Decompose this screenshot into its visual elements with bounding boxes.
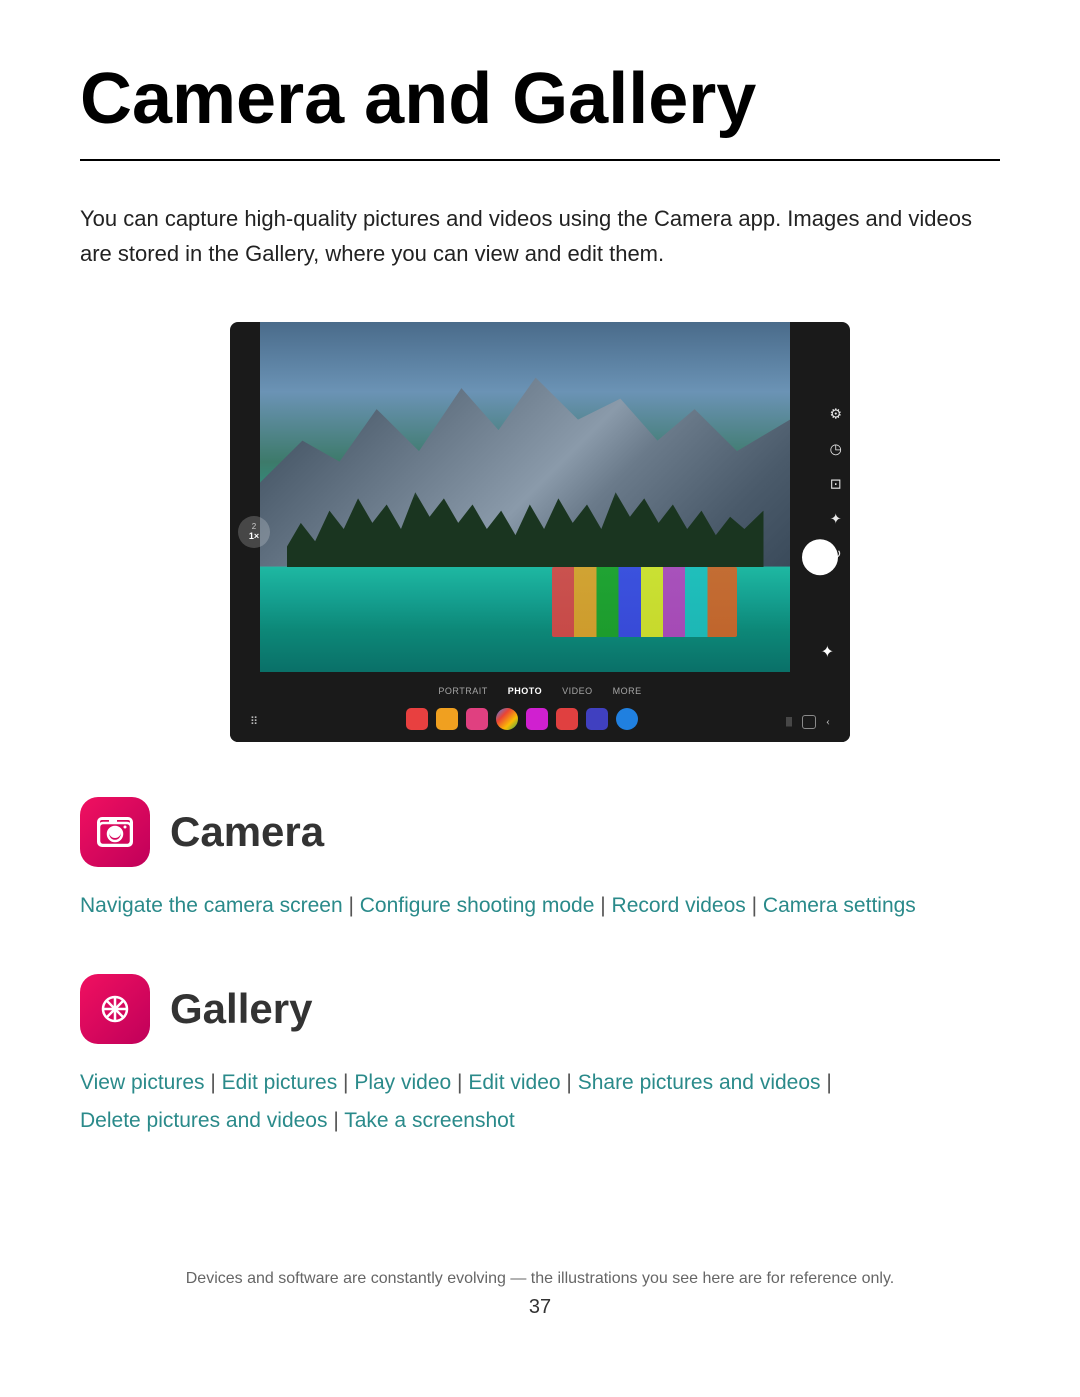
app-icon-2[interactable] <box>436 708 458 730</box>
app-icon-8[interactable] <box>616 708 638 730</box>
filter-icon: ✦ <box>821 642 834 662</box>
more-mode[interactable]: MORE <box>613 686 642 696</box>
home-btn[interactable] <box>802 715 816 729</box>
footer-disclaimer: Devices and software are constantly evol… <box>80 1190 1000 1288</box>
gallery-section-header: Gallery <box>80 974 1000 1044</box>
timer-icon: ◷ <box>830 441 842 458</box>
page-number: 37 <box>80 1296 1000 1319</box>
recents-btn[interactable]: ||| <box>786 716 792 727</box>
back-btn[interactable]: ‹ <box>826 714 830 729</box>
delete-pictures-link[interactable]: Delete pictures and videos <box>80 1109 327 1132</box>
camera-controls: ⚙ ◷ ⊡ ✦ ↻ <box>829 406 842 563</box>
zoom-display: 2 1× <box>238 516 270 548</box>
camera-icon-svg <box>97 817 133 847</box>
nav-buttons: ||| ‹ <box>786 714 830 729</box>
camera-app-icon <box>80 797 150 867</box>
photo-mode[interactable]: PHOTO <box>508 686 542 696</box>
camera-section-header: Camera <box>80 797 1000 867</box>
camera-links: Navigate the camera screen | Configure s… <box>80 887 1000 925</box>
play-video-link[interactable]: Play video <box>354 1071 451 1094</box>
camera-settings-link[interactable]: Camera settings <box>763 894 916 917</box>
app-icon-1[interactable] <box>406 708 428 730</box>
configure-shooting-link[interactable]: Configure shooting mode <box>360 894 595 917</box>
app-icon-7[interactable] <box>586 708 608 730</box>
boats-area <box>552 567 738 637</box>
camera-screenshot: 2 1× ⚙ ◷ ⊡ ✦ ↻ ✦ PORTRAIT PHOTO VIDEO MO… <box>230 322 850 742</box>
gallery-links: View pictures | Edit pictures | Play vid… <box>80 1064 1000 1140</box>
app-icon-6[interactable] <box>556 708 578 730</box>
portrait-mode[interactable]: PORTRAIT <box>438 686 487 696</box>
settings-icon: ⚙ <box>829 406 842 423</box>
app-icon-3[interactable] <box>466 708 488 730</box>
camera-section-title: Camera <box>170 808 324 856</box>
edit-pictures-link[interactable]: Edit pictures <box>222 1071 338 1094</box>
app-icon-5[interactable] <box>526 708 548 730</box>
grid-icon: ⠿ <box>250 715 258 728</box>
gallery-section-title: Gallery <box>170 985 312 1033</box>
take-screenshot-link[interactable]: Take a screenshot <box>344 1109 514 1132</box>
navigate-camera-link[interactable]: Navigate the camera screen <box>80 894 343 917</box>
view-pictures-link[interactable]: View pictures <box>80 1071 205 1094</box>
app-icon-4[interactable] <box>496 708 518 730</box>
motion-icon: ✦ <box>830 511 842 528</box>
edit-video-link[interactable]: Edit video <box>468 1071 560 1094</box>
zoom-indicator-area: 2 1× <box>238 516 270 548</box>
quick-apps-row <box>406 708 638 736</box>
camera-viewfinder <box>260 322 790 672</box>
record-videos-link[interactable]: Record videos <box>612 894 746 917</box>
page-title: Camera and Gallery <box>80 60 1000 139</box>
camera-bottom-bar: PORTRAIT PHOTO VIDEO MORE ⠿ <box>230 672 850 742</box>
aspect-ratio-icon: ⊡ <box>830 476 842 493</box>
gallery-icon-svg <box>95 989 135 1029</box>
camera-screenshot-container: 2 1× ⚙ ◷ ⊡ ✦ ↻ ✦ PORTRAIT PHOTO VIDEO MO… <box>80 322 1000 742</box>
gallery-app-icon <box>80 974 150 1044</box>
video-mode[interactable]: VIDEO <box>562 686 593 696</box>
camera-modes-row: PORTRAIT PHOTO VIDEO MORE <box>230 678 850 696</box>
share-pictures-link[interactable]: Share pictures and videos <box>578 1071 821 1094</box>
title-divider <box>80 159 1000 161</box>
shutter-button[interactable] <box>802 539 838 575</box>
intro-paragraph: You can capture high-quality pictures an… <box>80 201 980 271</box>
